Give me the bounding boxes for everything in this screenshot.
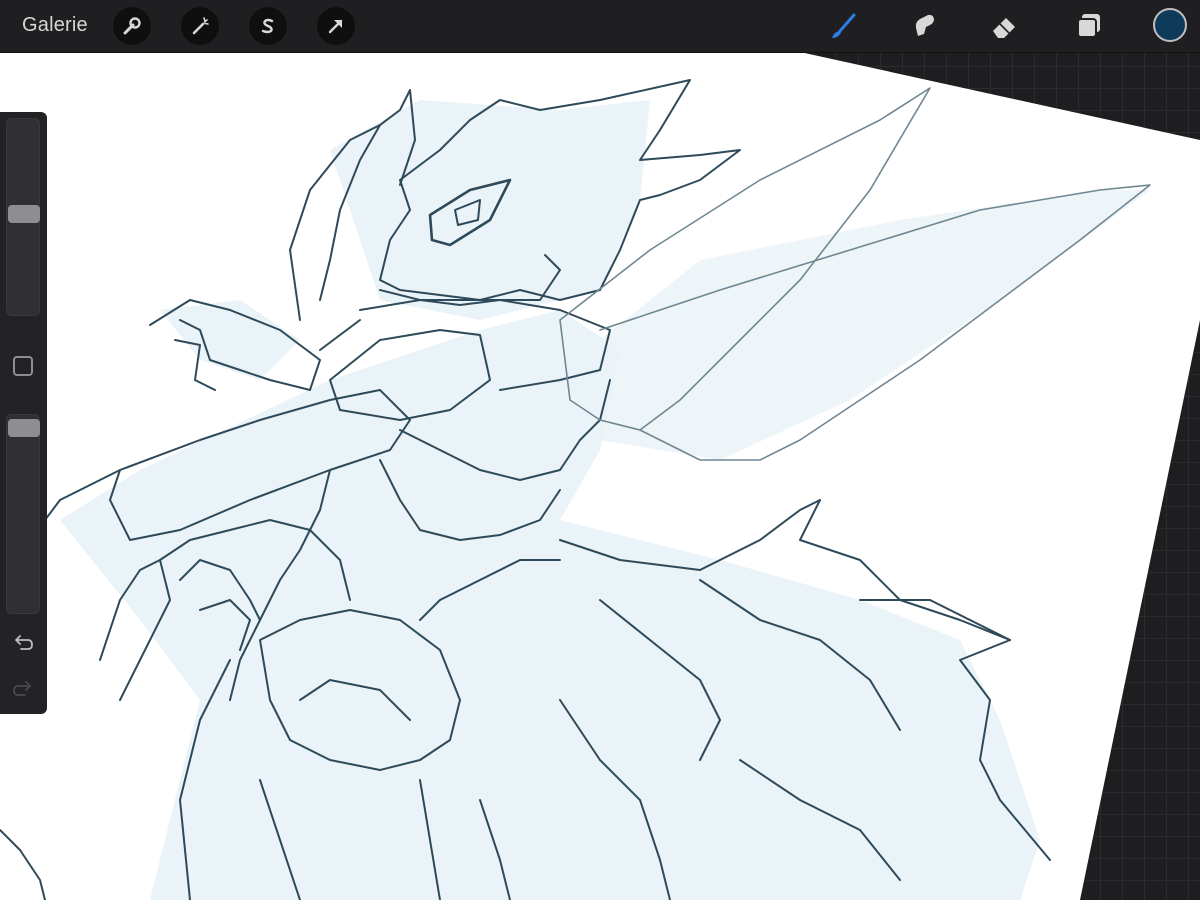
redo-button[interactable] bbox=[11, 678, 35, 702]
eraser-icon bbox=[993, 18, 1015, 38]
brush-icon bbox=[832, 13, 856, 38]
smudge-tool-button[interactable] bbox=[906, 8, 942, 44]
undo-icon bbox=[15, 635, 33, 650]
brush-size-slider[interactable] bbox=[6, 118, 40, 316]
opacity-thumb[interactable] bbox=[8, 419, 40, 437]
side-bar bbox=[0, 112, 47, 714]
brush-size-thumb[interactable] bbox=[8, 205, 40, 223]
modify-button[interactable] bbox=[13, 356, 33, 376]
top-toolbar: Galerie bbox=[0, 0, 1200, 52]
smudge-icon bbox=[915, 14, 934, 36]
wrench-icon bbox=[123, 17, 141, 35]
layers-button[interactable] bbox=[1071, 8, 1107, 44]
color-picker-button[interactable] bbox=[1153, 8, 1187, 42]
layers-icon bbox=[1077, 14, 1100, 38]
transform-arrow-icon bbox=[328, 19, 343, 34]
gallery-button[interactable]: Galerie bbox=[22, 14, 88, 37]
eraser-tool-button[interactable] bbox=[986, 8, 1022, 44]
adjustments-button[interactable] bbox=[181, 7, 219, 45]
undo-button[interactable] bbox=[11, 632, 35, 656]
redo-icon bbox=[13, 681, 31, 696]
brush-tool-button[interactable] bbox=[826, 8, 862, 44]
canvas-svg[interactable] bbox=[0, 0, 1200, 900]
selection-button[interactable] bbox=[249, 7, 287, 45]
magic-wand-icon bbox=[192, 17, 209, 35]
opacity-slider[interactable] bbox=[6, 414, 40, 614]
selection-s-icon bbox=[261, 18, 274, 34]
transform-button[interactable] bbox=[317, 7, 355, 45]
actions-button[interactable] bbox=[113, 7, 151, 45]
drawing-canvas[interactable] bbox=[0, 0, 1200, 900]
